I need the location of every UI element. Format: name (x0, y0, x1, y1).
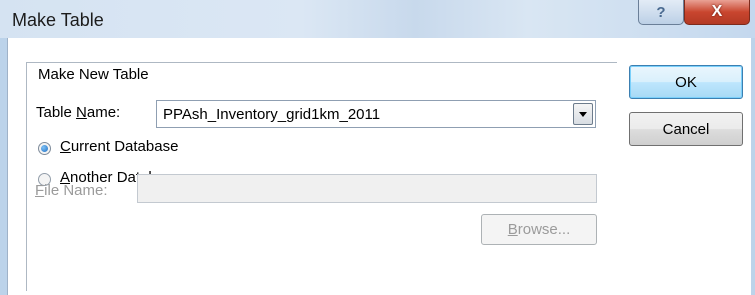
table-name-label-accel: N (76, 104, 87, 121)
help-icon: ? (656, 3, 666, 21)
file-name-accel: F (35, 182, 45, 199)
browse-accel: B (507, 221, 518, 238)
table-name-label: Table Name: (36, 104, 120, 121)
current-database-label[interactable]: Current Database (60, 138, 178, 155)
cancel-button[interactable]: Cancel (629, 112, 743, 146)
file-name-label: File Name: (35, 182, 108, 199)
current-database-rest: urrent Database (70, 138, 179, 155)
file-name-input[interactable] (137, 174, 597, 203)
current-database-radio[interactable] (38, 142, 51, 155)
title-bar[interactable]: Make Table ? X (0, 0, 755, 38)
table-name-label-post: ame: (86, 104, 121, 121)
dialog-title: Make Table (12, 10, 104, 30)
help-button[interactable]: ? (638, 0, 684, 25)
dropdown-arrow-icon[interactable] (573, 103, 593, 125)
dialog-body: Make New Table Table Name: PPAsh_Invento… (7, 38, 751, 295)
make-table-dialog: Make Table ? X Make New Table Table Name… (0, 0, 755, 295)
group-label: Make New Table (36, 66, 151, 83)
close-button[interactable]: X (684, 0, 750, 25)
table-name-combobox[interactable]: PPAsh_Inventory_grid1km_2011 (156, 100, 596, 128)
browse-button[interactable]: Browse... (481, 214, 597, 245)
table-name-label-pre: Table (36, 104, 77, 121)
ok-button[interactable]: OK (629, 65, 743, 99)
current-database-accel: C (60, 138, 71, 155)
file-name-rest: ile Name: (44, 182, 108, 199)
browse-rest: rowse... (517, 221, 571, 238)
close-icon: X (711, 3, 723, 20)
table-name-value[interactable]: PPAsh_Inventory_grid1km_2011 (163, 106, 380, 123)
